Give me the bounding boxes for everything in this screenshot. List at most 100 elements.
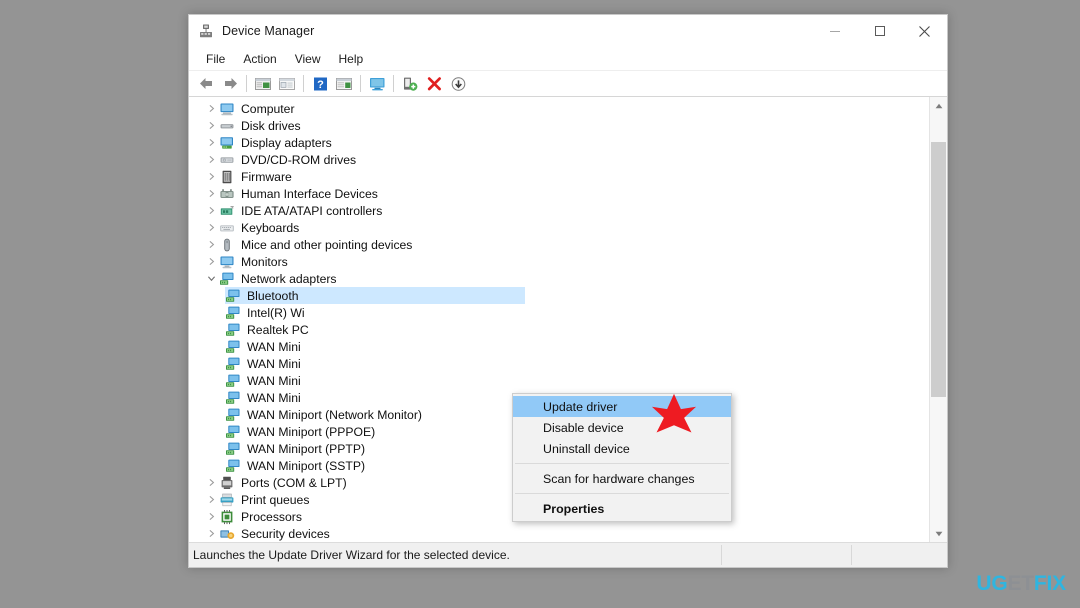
chevron-right-icon[interactable]: [203, 138, 219, 147]
tree-item[interactable]: WAN Mini: [189, 372, 929, 389]
context-menu-item[interactable]: Disable device: [513, 417, 731, 438]
chevron-right-icon[interactable]: [203, 529, 219, 538]
network-adapter-icon: [225, 305, 241, 321]
context-menu-separator: [515, 493, 729, 494]
chevron-right-icon[interactable]: [203, 478, 219, 487]
tree-item-label: Print queues: [241, 492, 310, 507]
tree-item-label: WAN Mini: [247, 373, 301, 388]
chevron-right-icon[interactable]: [203, 104, 219, 113]
ide-controller-icon: [219, 203, 235, 219]
update-driver-icon[interactable]: [398, 73, 422, 95]
menu-file[interactable]: File: [197, 49, 234, 69]
chevron-right-icon[interactable]: [203, 121, 219, 130]
chevron-down-icon[interactable]: [203, 274, 219, 283]
network-adapter-icon: [225, 424, 241, 440]
tree-item-label: WAN Mini: [247, 339, 301, 354]
tree-item-label: Mice and other pointing devices: [241, 237, 413, 252]
tree-item[interactable]: Computer: [189, 100, 929, 117]
mouse-icon: [219, 237, 235, 253]
chevron-right-icon[interactable]: [203, 257, 219, 266]
network-adapter-icon: [225, 407, 241, 423]
chevron-right-icon[interactable]: [203, 495, 219, 504]
display-adapter-icon: [219, 135, 235, 151]
printer-icon: [219, 492, 235, 508]
tree-item[interactable]: Disk drives: [189, 117, 929, 134]
view-icon[interactable]: [332, 73, 356, 95]
menu-bar: File Action View Help: [189, 47, 947, 71]
context-menu-item[interactable]: Properties: [513, 498, 731, 519]
tree-item-label: Realtek PC: [247, 322, 309, 337]
chevron-right-icon[interactable]: [203, 240, 219, 249]
menu-help[interactable]: Help: [330, 49, 373, 69]
tree-item[interactable]: Monitors: [189, 253, 929, 270]
status-bar: Launches the Update Driver Wizard for th…: [189, 542, 947, 567]
tree-item-label: Ports (COM & LPT): [241, 475, 347, 490]
tree-item-label: WAN Miniport (Network Monitor): [247, 407, 422, 422]
scroll-up-arrow-icon[interactable]: [930, 97, 947, 114]
close-button[interactable]: [902, 15, 947, 47]
tree-item[interactable]: WAN Mini: [189, 338, 929, 355]
tree-item[interactable]: Keyboards: [189, 219, 929, 236]
chevron-right-icon[interactable]: [203, 155, 219, 164]
back-arrow-icon[interactable]: [194, 73, 218, 95]
scan-hardware-changes-icon[interactable]: [365, 73, 389, 95]
tree-item[interactable]: DVD/CD-ROM drives: [189, 151, 929, 168]
network-adapter-icon: [225, 339, 241, 355]
context-menu-item[interactable]: Scan for hardware changes: [513, 468, 731, 489]
svg-text:?: ?: [317, 79, 324, 91]
watermark-part-1: UG: [976, 572, 1008, 595]
network-adapter-icon: [225, 441, 241, 457]
maximize-button[interactable]: [857, 15, 902, 47]
properties-icon[interactable]: [275, 73, 299, 95]
context-menu[interactable]: Update driver Disable device Uninstall dev…: [512, 393, 732, 522]
tree-item-label: WAN Miniport (PPTP): [247, 441, 366, 456]
chevron-right-icon[interactable]: [203, 223, 219, 232]
tree-item-label: Disk drives: [241, 118, 301, 133]
toolbar-separator: [303, 75, 304, 92]
network-adapter-icon: [225, 458, 241, 474]
tree-item[interactable]: Bluetooth: [189, 287, 929, 304]
tree-item-label: Network adapters: [241, 271, 337, 286]
menu-view[interactable]: View: [286, 49, 330, 69]
tree-item[interactable]: Human Interface Devices: [189, 185, 929, 202]
tree-item[interactable]: Network adapters: [189, 270, 929, 287]
tree-item[interactable]: WAN Mini: [189, 355, 929, 372]
toolbar-separator: [360, 75, 361, 92]
disk-drive-icon: [219, 118, 235, 134]
help-icon[interactable]: ?: [308, 73, 332, 95]
menu-action[interactable]: Action: [234, 49, 285, 69]
context-menu-item[interactable]: Uninstall device: [513, 438, 731, 459]
tree-item[interactable]: Firmware: [189, 168, 929, 185]
tree-item[interactable]: Security devices: [189, 525, 929, 542]
network-adapter-icon: [225, 356, 241, 372]
minimize-button[interactable]: [812, 15, 857, 47]
context-menu-item[interactable]: Update driver: [513, 396, 731, 417]
processor-icon: [219, 509, 235, 525]
watermark-part-3: FIX: [1033, 572, 1066, 595]
network-adapter-icon: [219, 271, 235, 287]
chevron-right-icon[interactable]: [203, 512, 219, 521]
disable-device-icon[interactable]: [446, 73, 470, 95]
chevron-right-icon[interactable]: [203, 189, 219, 198]
tree-item[interactable]: Display adapters: [189, 134, 929, 151]
tree-item[interactable]: Realtek PC: [189, 321, 929, 338]
tree-item-label: Security devices: [241, 526, 330, 541]
network-adapter-icon: [225, 390, 241, 406]
vertical-scrollbar[interactable]: [929, 97, 947, 542]
tree-item[interactable]: IDE ATA/ATAPI controllers: [189, 202, 929, 219]
chevron-right-icon[interactable]: [203, 206, 219, 215]
scroll-down-arrow-icon[interactable]: [930, 525, 947, 542]
window-caption-buttons: [812, 15, 947, 47]
device-manager-icon: [198, 23, 214, 39]
port-icon: [219, 475, 235, 491]
hid-icon: [219, 186, 235, 202]
forward-arrow-icon[interactable]: [218, 73, 242, 95]
status-divider: [851, 545, 852, 565]
show-hide-console-tree-icon[interactable]: [251, 73, 275, 95]
tree-item[interactable]: Mice and other pointing devices: [189, 236, 929, 253]
chevron-right-icon[interactable]: [203, 172, 219, 181]
title-bar: Device Manager: [189, 15, 947, 47]
tree-item[interactable]: Intel(R) Wi: [189, 304, 929, 321]
scrollbar-thumb[interactable]: [931, 142, 946, 397]
uninstall-device-icon[interactable]: [422, 73, 446, 95]
